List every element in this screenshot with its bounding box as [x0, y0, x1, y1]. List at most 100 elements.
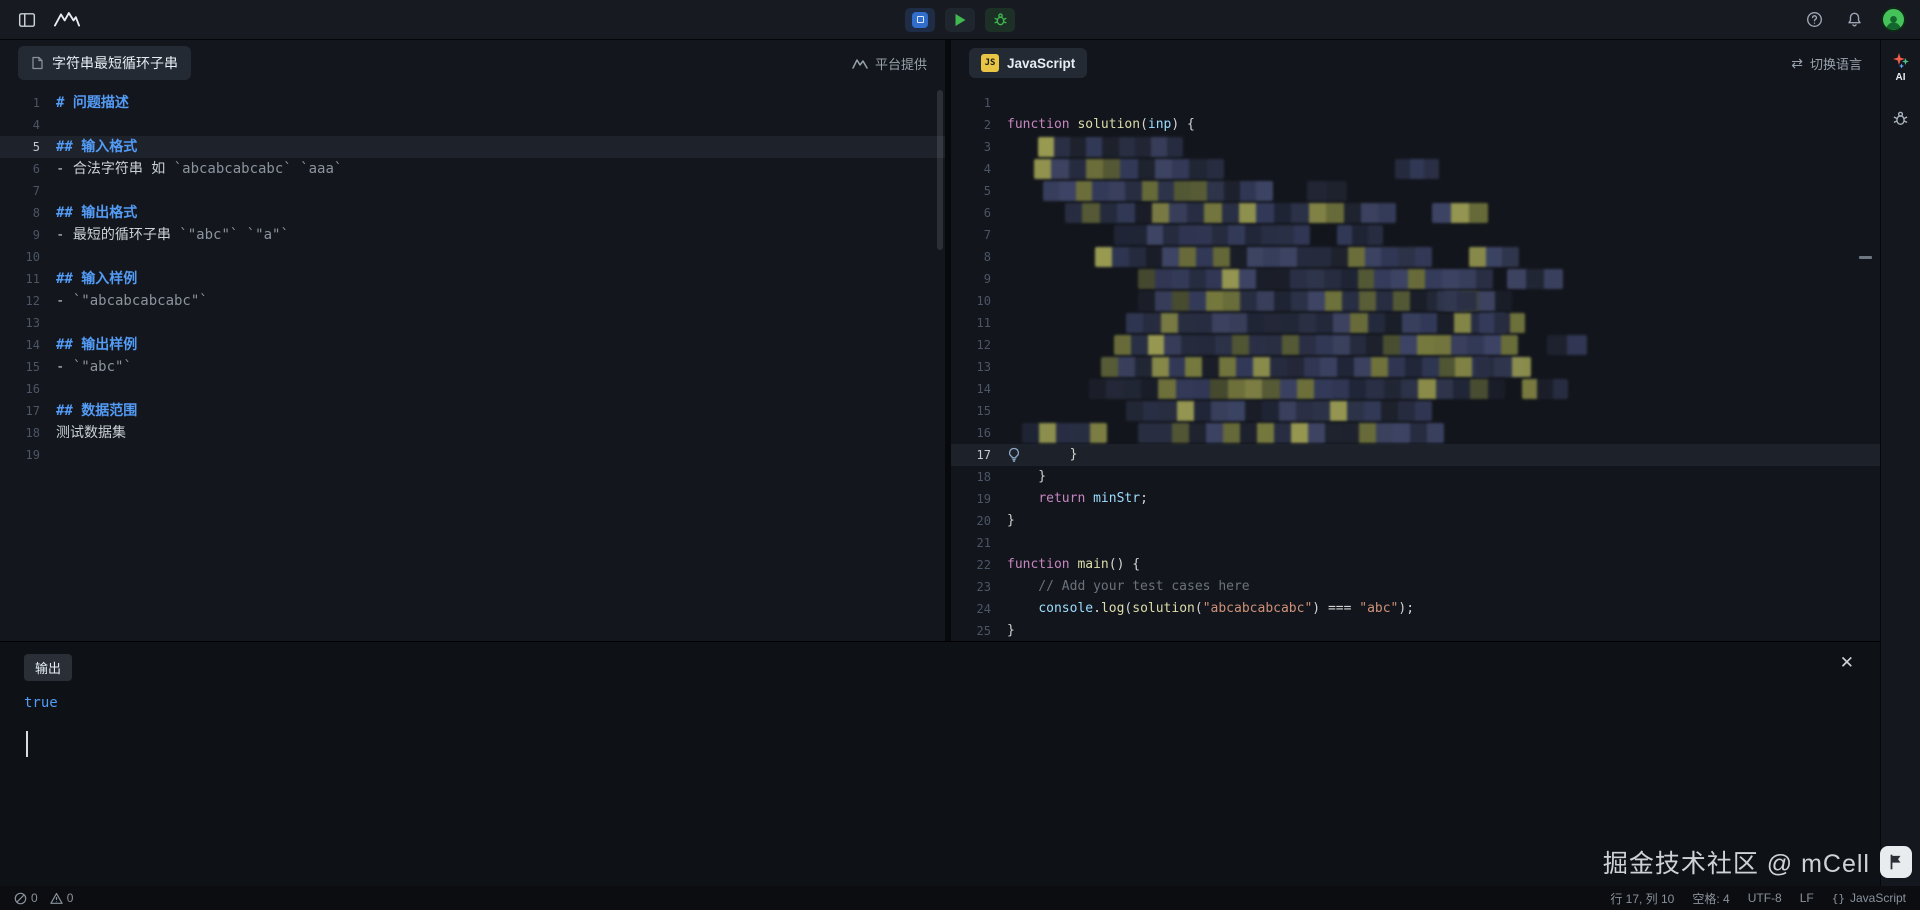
code-line-15[interactable]: 15 — [951, 400, 1880, 422]
line-content: function main() { — [1007, 554, 1880, 576]
code-line-6[interactable]: 6 — [951, 202, 1880, 224]
line-number: 7 — [0, 180, 56, 202]
markdown-line-8[interactable]: 8## 输出格式 — [0, 202, 945, 224]
code-line-17[interactable]: 17 } — [951, 444, 1880, 466]
bell-icon[interactable] — [1841, 7, 1867, 33]
line-number: 10 — [951, 290, 1007, 312]
platform-provided-label[interactable]: 平台提供 — [852, 54, 927, 73]
cursor-position[interactable]: 行 17, 列 10 — [1610, 890, 1674, 907]
switch-language-button[interactable]: ⇄ 切换语言 — [1791, 54, 1862, 73]
line-number: 19 — [951, 488, 1007, 510]
code-line-9[interactable]: 9 — [951, 268, 1880, 290]
panes-row: 字符串最短循环子串 平台提供 1# 问题描述45## 输入格式6- 合法字符串 … — [0, 40, 1880, 641]
markdown-line-17[interactable]: 17## 数据范围 — [0, 400, 945, 422]
markdown-line-10[interactable]: 10 — [0, 246, 945, 268]
markdown-line-7[interactable]: 7 — [0, 180, 945, 202]
code-line-19[interactable]: 19 return minStr; — [951, 488, 1880, 510]
code-line-20[interactable]: 20} — [951, 510, 1880, 532]
markdown-editor[interactable]: 1# 问题描述45## 输入格式6- 合法字符串 如 `abcabcabcabc… — [0, 86, 945, 641]
line-number: 13 — [0, 312, 56, 334]
app-logo-mountain-icon[interactable] — [54, 7, 80, 33]
line-number: 23 — [951, 576, 1007, 598]
language-mode[interactable]: {} JavaScript — [1832, 891, 1906, 905]
markdown-line-5[interactable]: 5## 输入格式 — [0, 136, 945, 158]
output-tab[interactable]: 输出 — [24, 654, 72, 681]
markdown-line-14[interactable]: 14## 输出样例 — [0, 334, 945, 356]
line-number: 6 — [951, 202, 1007, 224]
markdown-line-9[interactable]: 9- 最短的循环子串 `"abc"` `"a"` — [0, 224, 945, 246]
code-line-1[interactable]: 1 — [951, 92, 1880, 114]
blurred-code-mosaic — [1432, 203, 1488, 223]
line-number: 14 — [0, 334, 56, 356]
indent-setting[interactable]: 空格: 4 — [1692, 890, 1729, 907]
markdown-line-18[interactable]: 18测试数据集 — [0, 422, 945, 444]
debug-button[interactable] — [985, 8, 1015, 32]
document-icon — [31, 56, 44, 70]
encoding-setting[interactable]: UTF-8 — [1748, 891, 1782, 905]
mountain-icon — [852, 58, 868, 69]
markdown-line-16[interactable]: 16 — [0, 378, 945, 400]
blurred-code-mosaic — [1507, 269, 1563, 289]
terminal-caret[interactable] — [26, 731, 28, 757]
code-line-11[interactable]: 11 — [951, 312, 1880, 334]
line-number: 18 — [0, 422, 56, 444]
line-number: 12 — [951, 334, 1007, 356]
blurred-code-mosaic — [1114, 335, 1518, 355]
code-line-5[interactable]: 5 — [951, 180, 1880, 202]
markdown-line-13[interactable]: 13 — [0, 312, 945, 334]
code-line-23[interactable]: 23 // Add your test cases here — [951, 576, 1880, 598]
help-icon[interactable] — [1801, 7, 1827, 33]
line-number: 8 — [0, 202, 56, 224]
markdown-line-15[interactable]: 15- `"abc"` — [0, 356, 945, 378]
line-content: ## 输入格式 — [56, 136, 945, 158]
lightbulb-icon[interactable] — [1007, 447, 1023, 463]
line-number: 18 — [951, 466, 1007, 488]
code-line-7[interactable]: 7 — [951, 224, 1880, 246]
left-scrollbar-thumb[interactable] — [937, 90, 943, 250]
code-line-24[interactable]: 24 console.log(solution("abcabcabcabc") … — [951, 598, 1880, 620]
line-number: 17 — [0, 400, 56, 422]
blurred-code-mosaic — [1469, 247, 1519, 267]
watermark: 掘金技术社区 @ mCell — [1603, 844, 1912, 880]
code-line-3[interactable]: 3 — [951, 136, 1880, 158]
eol-setting[interactable]: LF — [1800, 891, 1814, 905]
code-line-14[interactable]: 14 — [951, 378, 1880, 400]
format-button[interactable] — [905, 8, 935, 32]
code-line-12[interactable]: 12 — [951, 334, 1880, 356]
code-line-8[interactable]: 8 — [951, 246, 1880, 268]
code-line-13[interactable]: 13 — [951, 356, 1880, 378]
code-line-4[interactable]: 4 — [951, 158, 1880, 180]
code-line-18[interactable]: 18 } — [951, 466, 1880, 488]
code-line-25[interactable]: 25} — [951, 620, 1880, 641]
user-avatar[interactable] — [1881, 7, 1906, 32]
code-line-22[interactable]: 22function main() { — [951, 554, 1880, 576]
topbar-right — [1801, 7, 1906, 33]
code-line-21[interactable]: 21 — [951, 532, 1880, 554]
markdown-line-12[interactable]: 12- `"abcabcabcabc"` — [0, 290, 945, 312]
markdown-line-6[interactable]: 6- 合法字符串 如 `abcabcabcabc` `aaa` — [0, 158, 945, 180]
errors-indicator[interactable]: 0 — [14, 891, 38, 905]
code-editor[interactable]: 12function solution(inp) {34567891011121… — [951, 86, 1880, 641]
run-button[interactable] — [945, 8, 975, 32]
markdown-line-1[interactable]: 1# 问题描述 — [0, 92, 945, 114]
blurred-code-mosaic — [1138, 269, 1493, 289]
markdown-line-4[interactable]: 4 — [0, 114, 945, 136]
code-line-2[interactable]: 2function solution(inp) { — [951, 114, 1880, 136]
blurred-code-mosaic — [1126, 401, 1432, 421]
warnings-indicator[interactable]: 0 — [50, 891, 74, 905]
markdown-line-19[interactable]: 19 — [0, 444, 945, 466]
line-content: } — [1007, 444, 1880, 466]
activity-debug-button[interactable] — [1888, 105, 1914, 131]
code-line-16[interactable]: 16 — [951, 422, 1880, 444]
warning-icon — [50, 892, 63, 905]
problem-title-chip[interactable]: 字符串最短循环子串 — [18, 46, 191, 80]
line-number: 8 — [951, 246, 1007, 268]
line-content — [1007, 202, 1880, 224]
close-icon[interactable]: ✕ — [1840, 654, 1854, 671]
panel-toggle-icon[interactable] — [14, 7, 40, 33]
markdown-line-11[interactable]: 11## 输入样例 — [0, 268, 945, 290]
watermark-text: 掘金技术社区 @ mCell — [1603, 844, 1870, 880]
code-line-10[interactable]: 10 — [951, 290, 1880, 312]
ai-assistant-button[interactable]: AI — [1892, 52, 1910, 83]
language-tab[interactable]: JS JavaScript — [969, 48, 1087, 78]
